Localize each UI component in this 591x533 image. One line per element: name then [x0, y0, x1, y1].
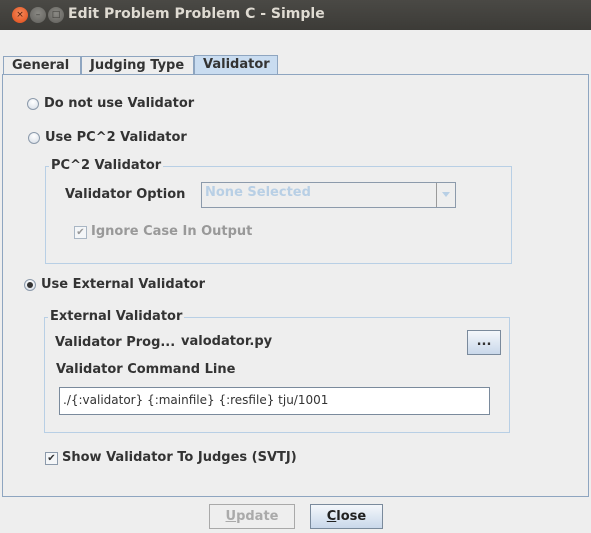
ignore-case-label[interactable]: Ignore Case In Output	[91, 224, 252, 239]
radio-no-validator-label[interactable]: Do not use Validator	[44, 96, 194, 111]
validator-option-label: Validator Option	[65, 187, 186, 202]
tab-validator[interactable]: Validator	[194, 55, 278, 75]
window-title: Edit Problem Problem C - Simple	[68, 6, 325, 22]
update-button[interactable]: Update	[209, 504, 295, 529]
radio-external-validator-label[interactable]: Use External Validator	[41, 277, 205, 292]
validator-option-value: None Selected	[205, 185, 311, 200]
show-validator-to-judges-label[interactable]: Show Validator To Judges (SVTJ)	[62, 450, 297, 465]
pc2-validator-group-title: PC^2 Validator	[49, 158, 164, 173]
validator-command-line-label: Validator Command Line	[56, 362, 236, 377]
close-mnemonic: C	[326, 509, 337, 524]
validator-command-line-input[interactable]: ./{:validator} {:mainfile} {:resfile} tj…	[59, 387, 490, 415]
close-button[interactable]: Close	[310, 504, 383, 529]
external-validator-group-title: External Validator	[48, 309, 185, 324]
chevron-down-icon[interactable]	[436, 183, 455, 207]
close-label-rest: lose	[336, 509, 367, 524]
validator-program-value: valodator.py	[181, 334, 273, 349]
update-mnemonic: U	[225, 509, 237, 524]
validator-program-label: Validator Prog...	[55, 335, 176, 350]
validator-option-select[interactable]: None Selected	[201, 182, 456, 208]
window-minimize-button[interactable]: –	[30, 7, 46, 23]
radio-no-validator[interactable]	[27, 98, 39, 110]
radio-pc2-validator[interactable]	[28, 132, 40, 144]
tab-judging-type[interactable]: Judging Type	[81, 56, 194, 75]
update-label-rest: pdate	[236, 509, 279, 524]
show-validator-to-judges-checkbox[interactable]: ✔	[45, 452, 58, 465]
title-bar: × – □ Edit Problem Problem C - Simple	[0, 0, 591, 30]
tab-general[interactable]: General	[3, 56, 81, 75]
browse-validator-button[interactable]: ...	[467, 330, 501, 355]
window-close-button[interactable]: ×	[12, 7, 28, 23]
ignore-case-checkbox[interactable]: ✔	[74, 226, 87, 239]
radio-external-validator[interactable]	[24, 279, 36, 291]
window-maximize-button[interactable]: □	[48, 7, 64, 23]
pc2-validator-group	[45, 166, 512, 264]
radio-pc2-validator-label[interactable]: Use PC^2 Validator	[45, 130, 187, 145]
